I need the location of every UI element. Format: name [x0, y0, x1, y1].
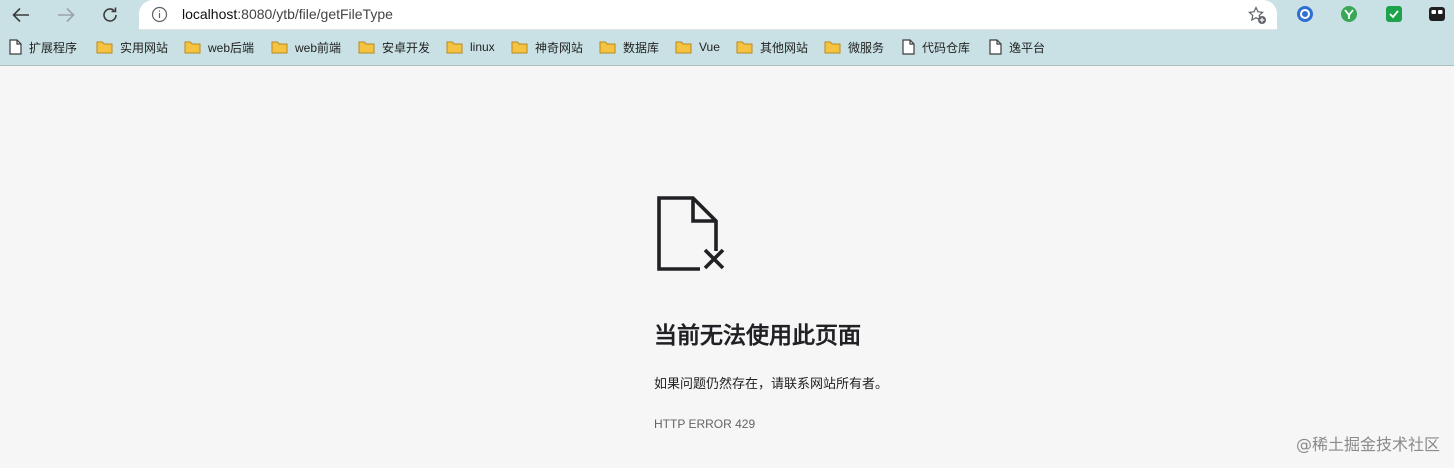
bookmark-label: 逸平台 — [1009, 40, 1046, 55]
folder-icon — [184, 41, 201, 54]
folder-icon — [511, 41, 528, 54]
page-icon — [902, 39, 915, 55]
folder-icon — [96, 41, 113, 54]
bookmark-item[interactable]: 实用网站 — [96, 38, 168, 56]
bookmark-item[interactable]: 微服务 — [824, 38, 884, 56]
green-circle-extension-icon[interactable] — [1340, 5, 1358, 23]
arrow-right-icon — [58, 7, 75, 23]
bookmark-label: 微服务 — [848, 40, 885, 55]
error-description: 如果问题仍然存在，请联系网站所有者。 — [654, 377, 889, 392]
folder-icon — [271, 41, 288, 54]
dark-extension-icon[interactable] — [1428, 5, 1446, 23]
bookmark-label: web后端 — [208, 40, 255, 55]
page-icon — [989, 39, 1002, 55]
green-shield-extension-icon[interactable] — [1385, 5, 1403, 23]
error-title: 当前无法使用此页面 — [654, 323, 861, 349]
reload-icon — [103, 7, 117, 22]
url-path: :8080/ytb/file/getFileType — [237, 6, 393, 22]
bookmark-item[interactable]: web前端 — [271, 38, 341, 56]
bookmark-item[interactable]: 神奇网站 — [511, 38, 583, 56]
broken-file-icon — [657, 196, 726, 271]
bookmark-item[interactable]: 代码仓库 — [902, 38, 970, 56]
blue-circle-extension-icon[interactable] — [1296, 5, 1314, 23]
bookmark-label: 代码仓库 — [922, 40, 971, 55]
bookmark-label: linux — [470, 40, 495, 54]
folder-icon — [446, 41, 463, 54]
folder-icon — [599, 41, 616, 54]
info-icon[interactable] — [151, 6, 168, 23]
bookmark-item[interactable]: 扩展程序 — [9, 38, 77, 56]
watermark: @稀土掘金技术社区 — [1295, 435, 1440, 454]
bookmark-item[interactable]: 安卓开发 — [358, 38, 430, 56]
bookmark-item[interactable]: 逸平台 — [989, 38, 1045, 56]
arrow-left-icon — [12, 7, 29, 23]
page-icon — [9, 39, 22, 55]
forward-button[interactable] — [52, 2, 80, 28]
reload-button[interactable] — [96, 2, 124, 28]
bookmark-item[interactable]: web后端 — [184, 38, 254, 56]
url-host: localhost — [182, 6, 238, 22]
bookmark-label: 数据库 — [623, 40, 660, 55]
bookmark-item[interactable]: linux — [446, 38, 495, 56]
folder-icon — [736, 41, 753, 54]
error-code: HTTP ERROR 429 — [654, 417, 756, 431]
bookmark-item[interactable]: Vue — [675, 38, 720, 56]
folder-icon — [675, 41, 692, 54]
bookmarks-bar: 扩展程序 实用网站 web后端 web前端 安卓开发 linux 神奇网站 数据库 Vue 其他网… — [0, 31, 1454, 66]
folder-icon — [358, 41, 375, 54]
bookmark-label: 实用网站 — [120, 40, 169, 55]
browser-toolbar: localhost:8080/ytb/file/getFileType — [0, 0, 1454, 31]
back-button[interactable] — [7, 2, 35, 28]
star-add-icon[interactable] — [1247, 5, 1267, 25]
bookmark-item[interactable]: 其他网站 — [736, 38, 808, 56]
folder-icon — [824, 41, 841, 54]
bookmark-item[interactable]: 数据库 — [599, 38, 659, 56]
bookmark-label: web前端 — [295, 40, 342, 55]
bookmark-label: 扩展程序 — [29, 40, 78, 55]
bookmark-label: 神奇网站 — [535, 40, 584, 55]
address-bar[interactable]: localhost:8080/ytb/file/getFileType — [139, 0, 1277, 30]
bookmark-label: 安卓开发 — [382, 40, 431, 55]
bookmark-label: Vue — [699, 40, 720, 54]
address-url[interactable]: localhost:8080/ytb/file/getFileType — [182, 6, 393, 22]
bookmark-label: 其他网站 — [760, 40, 809, 55]
